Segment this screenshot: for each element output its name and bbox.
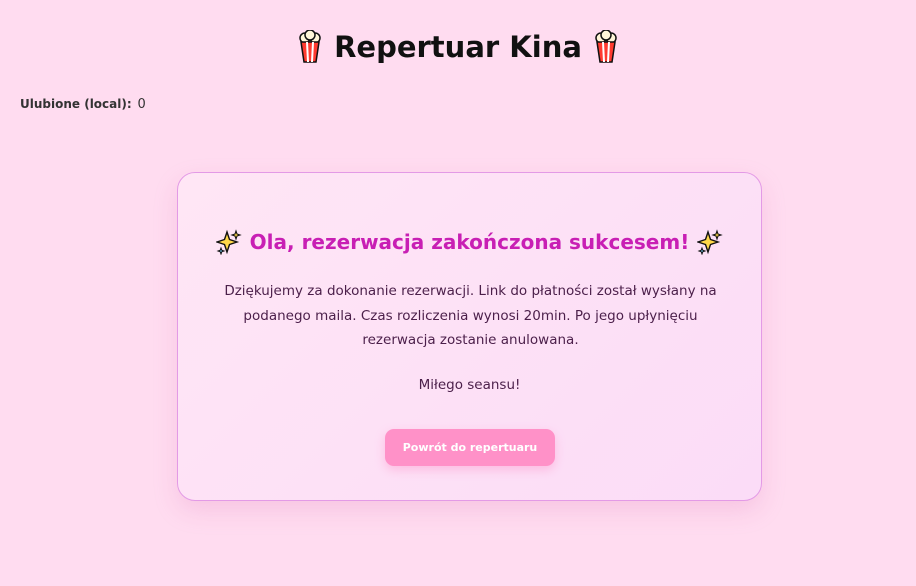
closing-message: Miłego seansu! <box>418 377 521 393</box>
success-title-row: Ola, rezerwacja zakończona sukcesem! <box>178 229 761 255</box>
success-message: Dziękujemy za dokonanie rezerwacji. Link… <box>224 283 717 348</box>
popcorn-icon <box>595 30 617 63</box>
page-title-row: Repertuar Kina <box>298 30 618 64</box>
reservation-success-card: Ola, rezerwacja zakończona sukcesem! Dzi… <box>177 172 762 501</box>
sparkles-icon <box>697 229 724 255</box>
page-title: Repertuar Kina <box>334 30 582 64</box>
success-title: Ola, rezerwacja zakończona sukcesem! <box>249 230 690 254</box>
favorites-count: 0 <box>137 97 146 112</box>
page-header: Repertuar Kina <box>0 30 916 68</box>
popcorn-icon <box>299 30 321 63</box>
favorites-label: Ulubione (local): <box>20 97 132 111</box>
back-to-repertoire-button[interactable]: Powrót do repertuaru <box>385 429 555 466</box>
favorites-counter: Ulubione (local): 0 <box>20 97 146 112</box>
sparkles-icon <box>215 229 242 255</box>
